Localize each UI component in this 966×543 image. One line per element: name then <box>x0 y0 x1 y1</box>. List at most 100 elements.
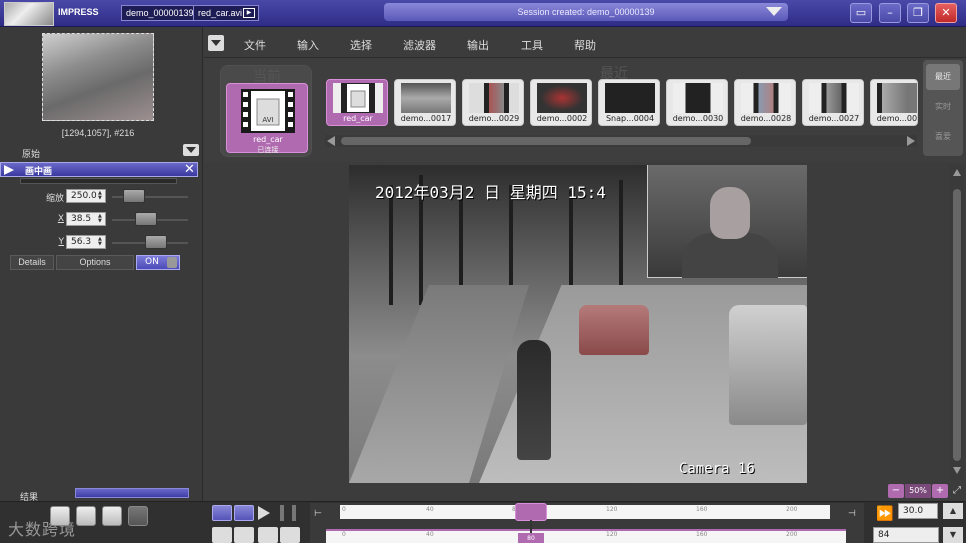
result-bar[interactable] <box>75 488 189 498</box>
scroll-thumb[interactable] <box>341 137 751 145</box>
frame-input[interactable]: 84 <box>873 527 939 543</box>
vertical-scrollbar[interactable] <box>950 165 964 480</box>
tick-label: 120 <box>606 506 618 513</box>
playhead-label[interactable]: 80 <box>518 533 544 543</box>
timeline-ruler[interactable]: 0 40 80 120 160 200 <box>340 505 830 519</box>
pause-icon[interactable] <box>280 505 296 521</box>
session-name-box[interactable]: demo_00000139 <box>121 5 199 21</box>
on-toggle[interactable]: ON <box>136 255 180 270</box>
zoom-in-icon[interactable]: + <box>932 484 948 498</box>
menu-output[interactable]: 输出 <box>467 37 489 53</box>
options-tab[interactable]: Options <box>56 255 134 270</box>
maximize-button[interactable]: ❐ <box>907 3 929 23</box>
menu-help[interactable]: 帮助 <box>574 37 596 53</box>
spin-icon[interactable]: ▲ ▼ <box>98 237 104 247</box>
menu-file[interactable]: 文件 <box>244 37 266 53</box>
close-icon[interactable]: ✕ <box>182 163 197 176</box>
film-icon <box>673 83 723 113</box>
scale-slider-handle[interactable] <box>123 189 145 203</box>
app-name: IMPRESS <box>58 7 99 17</box>
step-back-button[interactable] <box>212 505 232 521</box>
session-status-bar[interactable]: Session created: demo_00000139 <box>384 3 788 21</box>
scroll-down-icon[interactable] <box>953 467 961 474</box>
spin-icon[interactable]: ▲ ▼ <box>98 191 104 201</box>
expand-arrow-icon[interactable] <box>4 165 14 175</box>
current-source-card[interactable]: AVI red_car 已连接 <box>226 83 308 154</box>
y-slider-handle[interactable] <box>145 235 167 249</box>
speed-up-icon[interactable]: ▲ <box>943 503 963 519</box>
y-input[interactable]: 56.3 ▲ ▼ <box>66 235 106 249</box>
snapshot-button[interactable] <box>50 506 70 526</box>
thumb-item[interactable]: demo...0029 <box>462 79 524 126</box>
loop-icon[interactable] <box>128 506 148 526</box>
chevron-down-icon[interactable] <box>766 7 782 16</box>
tab-recent[interactable]: 最近 <box>926 64 960 90</box>
minimize-button[interactable]: – <box>879 3 901 23</box>
play-icon[interactable] <box>258 506 270 520</box>
tick-label: 200 <box>786 506 798 513</box>
menu-select[interactable]: 选择 <box>350 37 372 53</box>
side-tabs: 最近 实时 喜爱 <box>923 60 963 156</box>
chevron-down-icon[interactable] <box>208 35 224 51</box>
pip-overlay[interactable] <box>647 165 807 278</box>
thumb-item[interactable]: demo...0026 <box>870 79 918 126</box>
next-icon[interactable] <box>280 527 300 543</box>
pip-header[interactable]: 画中画 ✕ <box>0 162 198 177</box>
range-start-icon[interactable]: ⊢ <box>314 509 322 519</box>
loop-back-icon[interactable] <box>234 527 254 543</box>
scroll-right-icon[interactable] <box>907 136 915 146</box>
thumb-item[interactable]: demo...0002 <box>530 79 592 126</box>
chevron-down-icon[interactable] <box>183 144 199 156</box>
film-icon: AVI <box>241 89 295 133</box>
thumb-item[interactable]: red_car <box>326 79 388 126</box>
video-thumb-image <box>537 83 587 113</box>
thumb-item[interactable]: Snap...0004 <box>598 79 660 126</box>
app-window: IMPRESS demo_00000139 red_car.avi ▶ Sess… <box>0 0 966 543</box>
video-thumb-image <box>809 83 859 113</box>
range-end-icon[interactable]: ⊣ <box>848 509 856 519</box>
thumb-scrollbar[interactable] <box>325 135 917 147</box>
fast-forward-icon[interactable]: ⏩ <box>876 506 893 522</box>
video-thumb-image <box>401 83 451 113</box>
menu-input[interactable]: 输入 <box>297 37 319 53</box>
scale-input[interactable]: 250.0 ▲ ▼ <box>66 189 106 203</box>
step-forward-button[interactable] <box>234 505 254 521</box>
scroll-up-icon[interactable] <box>953 169 961 176</box>
playhead-handle[interactable] <box>515 503 547 521</box>
zoom-out-icon[interactable]: − <box>888 484 904 498</box>
video-viewer[interactable]: 2012年03月2 日 星期四 15:4 Camera 16 <box>349 165 807 483</box>
x-input[interactable]: 38.5 ▲ ▼ <box>66 212 106 226</box>
scroll-left-icon[interactable] <box>327 136 335 146</box>
menu-filter[interactable]: 滤波器 <box>403 37 436 53</box>
thumb-item[interactable]: demo...0027 <box>802 79 864 126</box>
x-slider-handle[interactable] <box>135 212 157 226</box>
preview-thumbnail[interactable] <box>42 33 154 121</box>
monitor-icon[interactable]: ▭ <box>850 3 872 23</box>
pause-button[interactable] <box>102 506 122 526</box>
details-tab[interactable]: Details <box>10 255 54 270</box>
timeline-ruler-2[interactable]: 0 40 120 160 200 <box>326 529 846 543</box>
speed-down-icon[interactable]: ▼ <box>943 527 963 543</box>
tick-label: 0 <box>342 506 346 513</box>
file-name-box[interactable]: red_car.avi ▶ <box>193 5 259 21</box>
tab-live[interactable]: 实时 <box>926 94 960 120</box>
frames-icon[interactable] <box>212 527 232 543</box>
thumb-name: demo...0017 <box>400 114 452 123</box>
menu-tools[interactable]: 工具 <box>521 37 543 53</box>
tab-favorites[interactable]: 喜爱 <box>926 124 960 150</box>
close-button[interactable]: ✕ <box>935 3 957 23</box>
video-thumb-image <box>877 83 917 113</box>
thumb-item[interactable]: demo...0030 <box>666 79 728 126</box>
scroll-thumb[interactable] <box>953 189 961 461</box>
spin-icon[interactable]: ▲ ▼ <box>98 214 104 224</box>
thumb-name: demo...0028 <box>740 114 792 123</box>
prev-icon[interactable] <box>258 527 278 543</box>
current-source-name: red_car <box>253 135 283 144</box>
thumb-item[interactable]: demo...0028 <box>734 79 796 126</box>
fit-icon[interactable]: ⤢ <box>950 484 964 498</box>
timeline[interactable]: 0 40 80 120 160 200 0 40 120 160 200 80 … <box>310 503 864 543</box>
speed-input[interactable]: 30.0 <box>898 503 938 519</box>
thumb-item[interactable]: demo...0017 <box>394 79 456 126</box>
record-button[interactable] <box>76 506 96 526</box>
play-icon[interactable]: ▶ <box>243 8 255 18</box>
